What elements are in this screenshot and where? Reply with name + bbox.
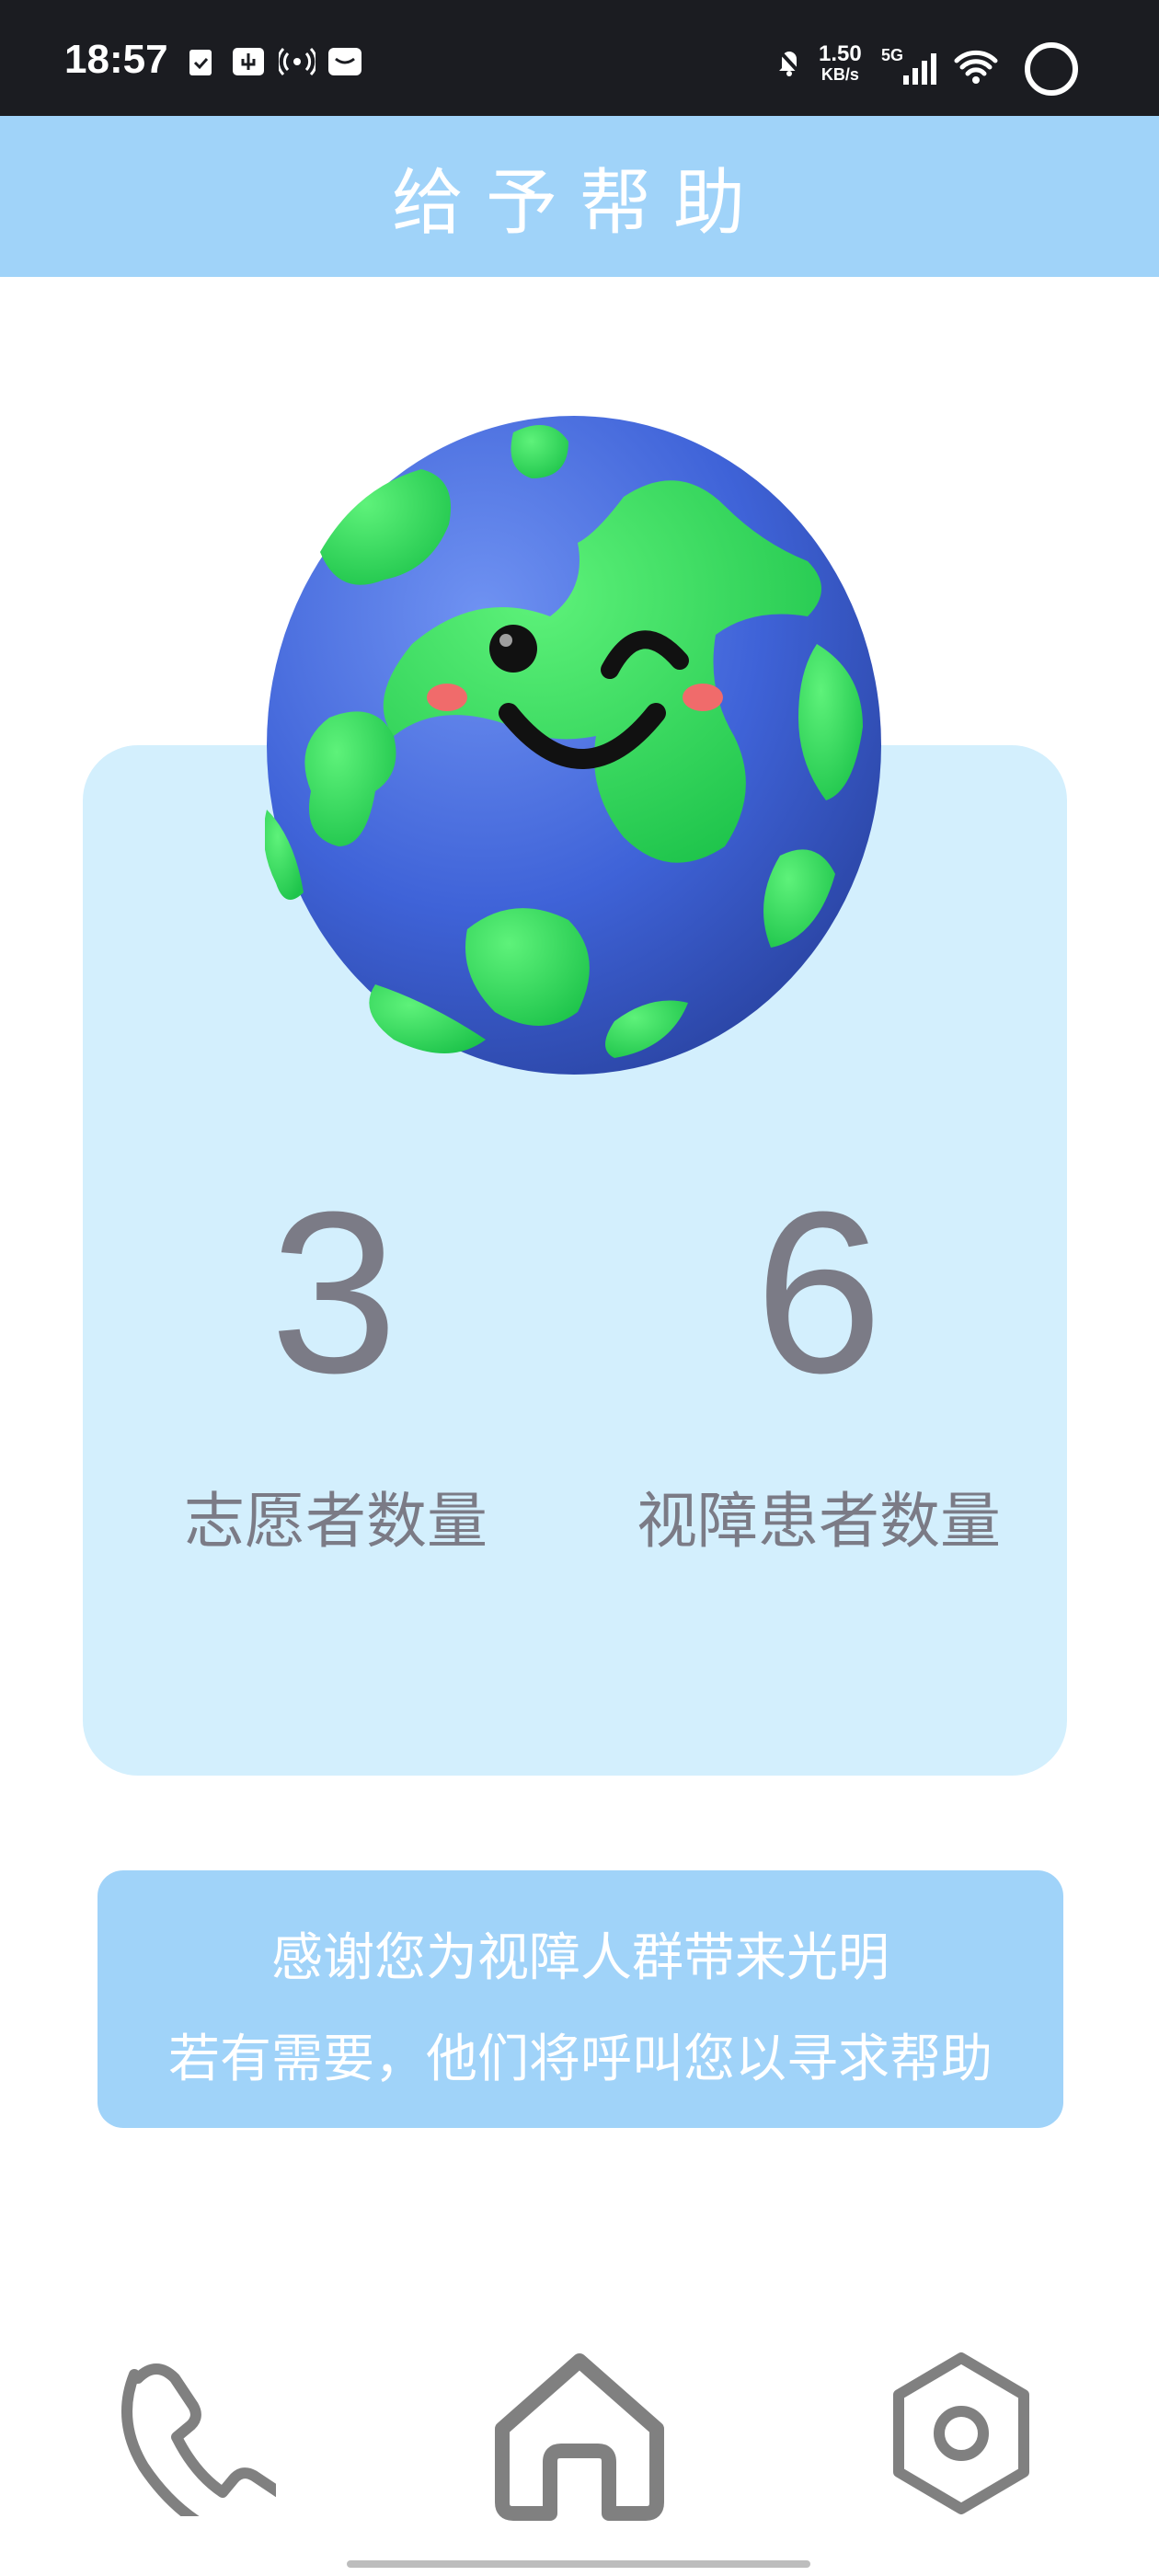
message-icon [328, 48, 361, 75]
network-speed: 1.50 KB/s [819, 41, 862, 85]
page-title: 给予帮助 [391, 161, 767, 245]
patient-count: 6 [754, 1164, 883, 1420]
volunteer-count: 3 [270, 1164, 398, 1420]
banner-line-2: 若有需要，他们将呼叫您以寻求帮助 [168, 2030, 993, 2089]
status-time: 18:57 [64, 37, 168, 82]
status-bar: 18:57 1.50 KB/s 5G [0, 0, 1159, 116]
signal-icon [903, 53, 936, 85]
patient-count-label: 视障患者数量 [637, 1486, 1001, 1557]
wifi-icon [954, 50, 998, 84]
bell-off-icon [776, 48, 802, 76]
settings-icon[interactable] [888, 2351, 1035, 2516]
gesture-home-bar[interactable] [347, 2560, 810, 2568]
clipboard-icon [189, 50, 212, 75]
smiling-earth-illustration [265, 416, 881, 1075]
app-header: 给予帮助 [0, 116, 1159, 277]
network-type: 5G [881, 46, 904, 64]
speed-value: 1.50 [819, 41, 862, 66]
banner-line-1: 感谢您为视障人群带来光明 [271, 1928, 889, 1988]
usb-debug-icon [233, 48, 264, 75]
hotspot-icon [279, 47, 316, 76]
speed-unit: KB/s [820, 65, 859, 84]
thanks-banner: 感谢您为视障人群带来光明 若有需要，他们将呼叫您以寻求帮助 [98, 1870, 1063, 2128]
battery-ring-icon [1025, 42, 1078, 96]
home-icon[interactable] [488, 2346, 671, 2521]
phone-icon[interactable] [110, 2351, 276, 2516]
volunteer-count-label: 志愿者数量 [184, 1486, 488, 1557]
